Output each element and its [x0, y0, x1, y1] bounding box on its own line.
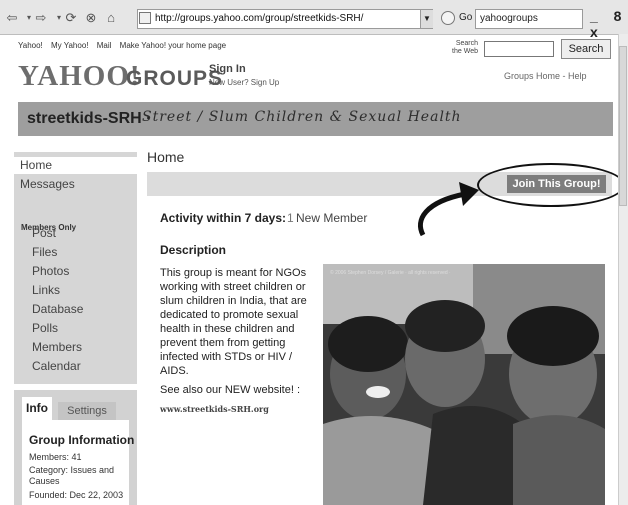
forward-icon[interactable]: ⇨	[32, 10, 50, 26]
group-information-title: Group Information	[29, 433, 135, 447]
sidebar-item-polls[interactable]: Polls	[32, 321, 58, 335]
tab-settings[interactable]: Settings	[58, 402, 116, 420]
yahoo-top-links: Yahoo! My Yahoo! Mail Make Yahoo! your h…	[18, 41, 232, 50]
see-also-text: See also our NEW website! :	[160, 384, 301, 396]
page-title: Home	[147, 149, 185, 165]
home-icon[interactable]: ⌂	[102, 10, 120, 26]
group-name: streetkids-SRH ·	[27, 110, 152, 127]
group-photo	[323, 264, 605, 505]
activity-count: 1	[287, 211, 294, 225]
info-category: Category: Issues and	[29, 465, 115, 475]
sidebar-item-calendar[interactable]: Calendar	[32, 359, 81, 373]
toolbar-search-input[interactable]: yahoogroups	[475, 9, 583, 29]
tab-info[interactable]: Info	[22, 397, 52, 420]
search-web-input[interactable]	[484, 41, 554, 57]
photo-caption: © 2006 Stephen Dorsey / Galerie · all ri…	[330, 270, 451, 276]
activity-label: Activity within 7 days:	[160, 211, 287, 225]
info-founded: Founded: Dec 22, 2003	[29, 490, 124, 500]
go-button[interactable]: Go	[459, 12, 472, 23]
group-tagline: Street / Slum Children & Sexual Health	[142, 109, 462, 125]
sidebar-item-messages[interactable]: Messages	[20, 177, 75, 191]
info-category-cont: Causes	[29, 476, 60, 486]
description-text: This group is meant for NGOs working wit…	[160, 267, 307, 377]
annotation-arrow-icon	[417, 182, 479, 237]
link-yahoo[interactable]: Yahoo!	[18, 41, 43, 50]
link-make-home[interactable]: Make Yahoo! your home page	[120, 41, 226, 50]
website-link[interactable]: www.streetkids-SRH.org	[160, 404, 269, 414]
groups-home-help-links[interactable]: Groups Home - Help	[504, 71, 587, 81]
sidebar-item-links[interactable]: Links	[32, 283, 60, 297]
scrollbar-thumb[interactable]	[619, 46, 627, 206]
page-icon	[139, 12, 151, 24]
go-icon[interactable]	[441, 11, 455, 25]
info-members: Members: 41	[29, 452, 82, 462]
sign-in-link[interactable]: Sign In	[209, 63, 246, 75]
sidebar-item-post[interactable]: Post	[32, 226, 56, 240]
sidebar-item-files[interactable]: Files	[32, 245, 57, 259]
annotation-ellipse	[477, 163, 625, 207]
sidebar-item-members[interactable]: Members	[32, 340, 82, 354]
sign-up-link[interactable]: New User? Sign Up	[209, 78, 279, 87]
address-dropdown-icon[interactable]: ▼	[420, 10, 433, 28]
sidebar-item-database[interactable]: Database	[32, 302, 83, 316]
sidebar-item-home[interactable]: Home	[20, 158, 52, 172]
back-icon[interactable]: ⇦	[3, 10, 21, 26]
activity-new-member-link[interactable]: New Member	[296, 211, 367, 225]
stop-icon[interactable]: ⊗	[82, 10, 100, 26]
link-my-yahoo[interactable]: My Yahoo!	[51, 41, 89, 50]
search-web-label: Search the Web	[452, 40, 478, 55]
sidebar-item-photos[interactable]: Photos	[32, 264, 69, 278]
search-button[interactable]: Search	[561, 39, 611, 59]
link-mail[interactable]: Mail	[97, 41, 112, 50]
address-bar[interactable]: http://groups.yahoo.com/group/streetkids…	[137, 9, 433, 29]
description-title: Description	[160, 243, 227, 257]
refresh-icon[interactable]: ⟳	[62, 10, 80, 26]
yahoo-logo[interactable]: YAHOO!	[18, 60, 141, 93]
